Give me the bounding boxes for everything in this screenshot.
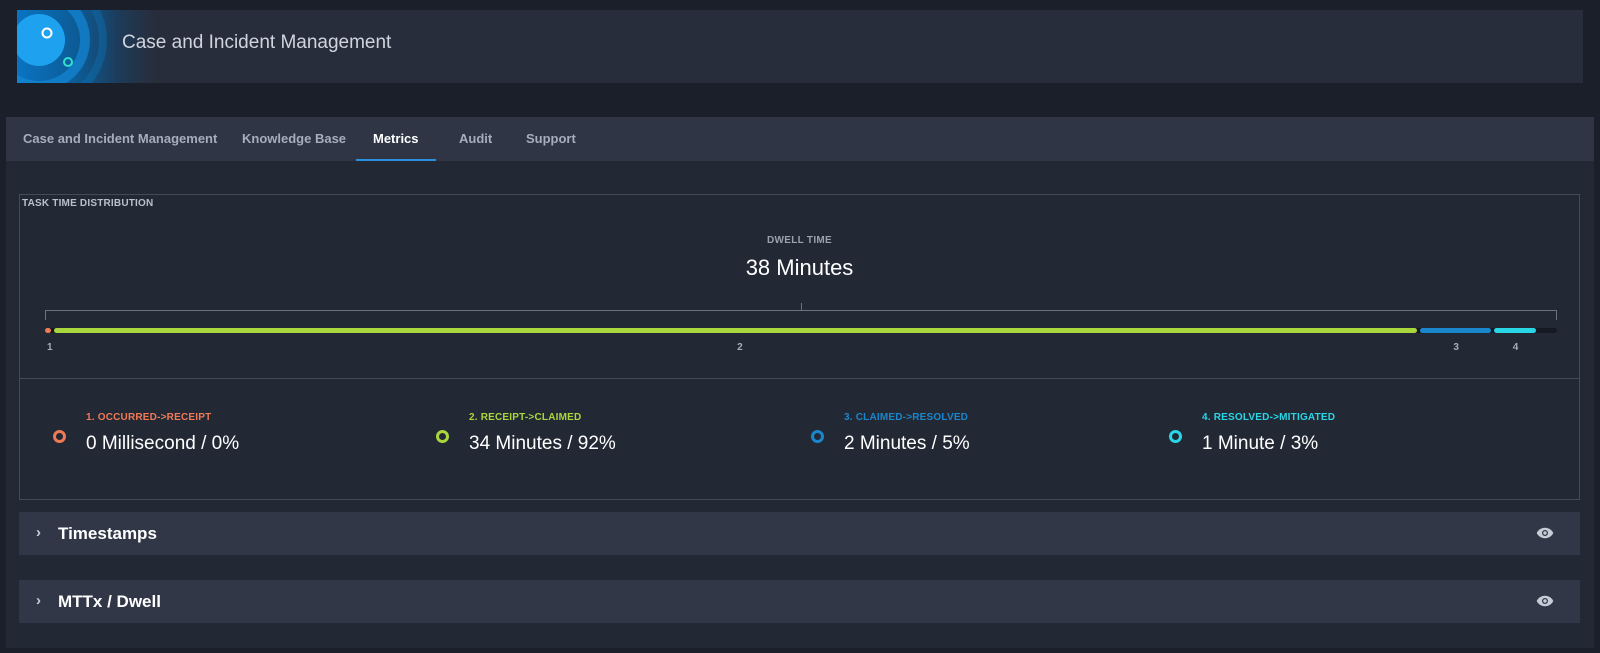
tab-knowledge-base[interactable]: Knowledge Base [242,117,346,161]
distribution-segment-3 [1420,328,1492,333]
stat-value: 1 Minute / 3% [1202,433,1319,454]
stat-label: 1. OCCURRED->RECEIPT [86,412,212,423]
task-time-distribution-card: TASK TIME DISTRIBUTION DWELL TIME 38 Min… [19,194,1580,500]
eye-icon[interactable] [1536,593,1554,609]
segment-marker-2: 2 [737,342,743,353]
tab-bar: Case and Incident Management Knowledge B… [6,117,1594,161]
dwell-scale-bracket [45,303,1557,320]
app-title: Case and Incident Management [122,32,392,53]
section-title: Timestamps [58,524,157,543]
dwell-time-value: 38 Minutes [745,255,854,280]
tab-metrics[interactable]: Metrics [356,117,435,161]
stat-label: 2. RECEIPT->CLAIMED [469,412,582,423]
tab-case-and-incident-management[interactable]: Case and Incident Management [23,117,217,161]
app-header: Case and Incident Management [17,10,1583,83]
card-title: TASK TIME DISTRIBUTION [22,198,154,209]
stat-label: 3. CLAIMED->RESOLVED [844,412,969,423]
section-title: MTTx / Dwell [58,592,161,611]
dwell-time-label: DWELL TIME [766,235,833,246]
stat-value: 0 Millisecond / 0% [86,433,240,454]
stat-label: 4. RESOLVED->MITIGATED [1202,412,1336,423]
distribution-segment-1 [45,328,51,333]
eye-icon[interactable] [1536,525,1554,541]
segment-marker-3: 3 [1453,342,1459,353]
tab-support[interactable]: Support [526,117,576,161]
tab-audit[interactable]: Audit [459,117,492,161]
mttx-dwell-section-header[interactable]: › MTTx / Dwell [19,580,1580,623]
stat-value: 2 Minutes / 5% [844,433,970,454]
status-dot-icon [811,430,824,443]
chevron-right-icon: › [36,592,41,609]
status-dot-icon [53,430,66,443]
stat-value: 34 Minutes / 92% [469,433,616,454]
segment-marker-1: 1 [47,342,53,353]
timestamps-section-header[interactable]: › Timestamps [19,512,1580,555]
chevron-right-icon: › [36,524,41,541]
status-dot-icon [436,430,449,443]
status-dot-icon [1169,430,1182,443]
distribution-bar [45,328,1557,333]
segment-marker-4: 4 [1512,342,1519,353]
card-divider [20,378,1579,379]
distribution-segment-2 [54,328,1418,333]
scale-mid-tick [801,303,802,311]
distribution-segment-4 [1494,328,1536,333]
